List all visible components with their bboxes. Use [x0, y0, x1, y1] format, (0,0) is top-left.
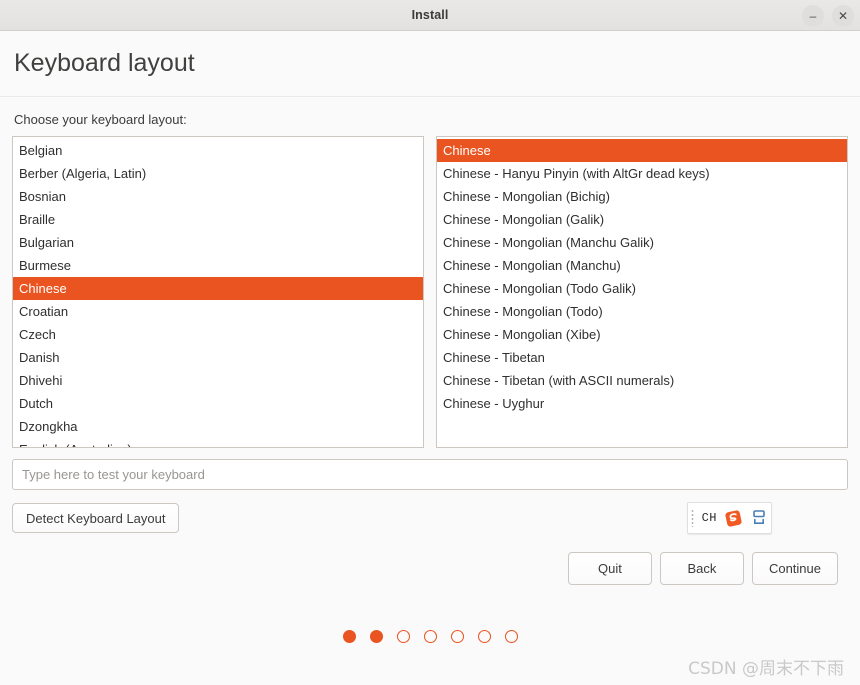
page-header: Keyboard layout: [0, 31, 860, 97]
progress-dot: [450, 630, 464, 643]
layout-list-item[interactable]: Dutch: [13, 392, 423, 415]
variant-list-item[interactable]: Chinese - Tibetan (with ASCII numerals): [437, 369, 847, 392]
close-button[interactable]: ✕: [832, 4, 854, 27]
keyboard-test-input[interactable]: [12, 459, 848, 490]
variant-list-item[interactable]: Chinese - Mongolian (Manchu Galik): [437, 231, 847, 254]
variant-list-item[interactable]: Chinese - Mongolian (Bichig): [437, 185, 847, 208]
navigation-buttons: Quit Back Continue: [12, 552, 848, 585]
layout-list-item[interactable]: Croatian: [13, 300, 423, 323]
page-title: Keyboard layout: [14, 49, 195, 77]
sogou-logo-icon[interactable]: [724, 509, 743, 528]
ime-status-tray[interactable]: CH: [686, 502, 772, 534]
layout-list-item[interactable]: English (Australian): [13, 438, 423, 447]
progress-dot: [423, 630, 437, 643]
window-titlebar: Install – ✕: [0, 0, 860, 31]
variant-list-item[interactable]: Chinese - Mongolian (Manchu): [437, 254, 847, 277]
watermark-text: CSDN @周末不下雨: [688, 659, 844, 679]
progress-dot: [369, 630, 383, 643]
layout-list-item[interactable]: Chinese: [13, 277, 423, 300]
variant-list-item[interactable]: Chinese - Hanyu Pinyin (with AltGr dead …: [437, 162, 847, 185]
window-title: Install: [411, 8, 449, 22]
main-content: Choose your keyboard layout: Belgian Berb…: [0, 97, 860, 643]
keyboard-layout-list[interactable]: Belgian Berber (Algeria, Latin) Bosnian Bra…: [12, 136, 424, 448]
fullwidth-toggle-icon[interactable]: [751, 509, 767, 527]
minimize-icon: –: [809, 8, 817, 23]
variant-list-item[interactable]: Chinese - Mongolian (Galik): [437, 208, 847, 231]
layout-list-item[interactable]: Berber (Algeria, Latin): [13, 162, 423, 185]
layout-list-item[interactable]: Burmese: [13, 254, 423, 277]
layout-list-item[interactable]: Czech: [13, 323, 423, 346]
variant-list-item[interactable]: Chinese - Tibetan: [437, 346, 847, 369]
variant-list-item[interactable]: Chinese - Uyghur: [437, 392, 847, 415]
variant-list-item[interactable]: Chinese: [437, 139, 847, 162]
layout-list-item[interactable]: Braille: [13, 208, 423, 231]
progress-dots: [12, 630, 848, 643]
progress-dot: [396, 630, 410, 643]
layout-list-item[interactable]: Dhivehi: [13, 369, 423, 392]
progress-dot: [504, 630, 518, 643]
keyboard-variant-list[interactable]: Chinese Chinese - Hanyu Pinyin (with AltG…: [436, 136, 848, 448]
keyboard-variant-list-inner: Chinese Chinese - Hanyu Pinyin (with AltG…: [437, 137, 847, 415]
quit-button[interactable]: Quit: [567, 552, 652, 585]
detect-row: Detect Keyboard Layout CH: [12, 502, 848, 534]
window-controls: – ✕: [802, 0, 854, 31]
choose-layout-label: Choose your keyboard layout:: [14, 112, 187, 127]
detect-keyboard-layout-button[interactable]: Detect Keyboard Layout: [12, 503, 180, 533]
layout-list-item[interactable]: Dzongkha: [13, 415, 423, 438]
variant-list-item[interactable]: Chinese - Mongolian (Xibe): [437, 323, 847, 346]
variant-list-item[interactable]: Chinese - Mongolian (Todo Galik): [437, 277, 847, 300]
layout-list-item[interactable]: Bosnian: [13, 185, 423, 208]
keyboard-layout-list-inner: Belgian Berber (Algeria, Latin) Bosnian Bra…: [13, 137, 423, 447]
layout-list-item[interactable]: Belgian: [13, 139, 423, 162]
progress-dot: [477, 630, 491, 643]
back-button[interactable]: Back: [659, 552, 744, 585]
minimize-button[interactable]: –: [802, 4, 824, 27]
layout-lists-row: Belgian Berber (Algeria, Latin) Bosnian Bra…: [12, 136, 848, 448]
close-icon: ✕: [837, 8, 849, 23]
ime-language-label[interactable]: CH: [699, 511, 724, 525]
continue-button[interactable]: Continue: [751, 552, 838, 585]
variant-list-item[interactable]: Chinese - Mongolian (Todo): [437, 300, 847, 323]
drag-handle-icon[interactable]: [689, 509, 695, 527]
layout-list-item[interactable]: Bulgarian: [13, 231, 423, 254]
layout-list-item[interactable]: Danish: [13, 346, 423, 369]
progress-dot: [342, 630, 356, 643]
